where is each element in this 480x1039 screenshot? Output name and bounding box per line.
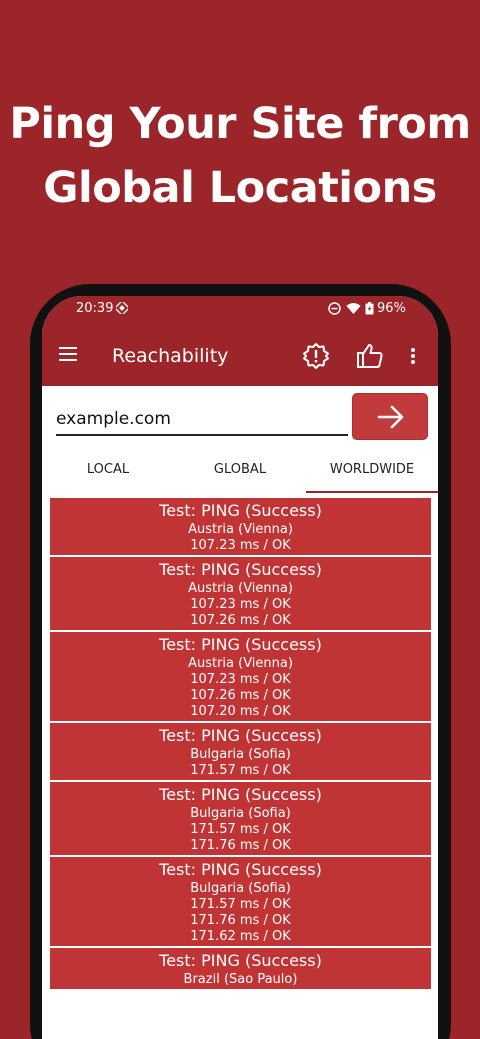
result-location: Austria (Vienna) (188, 581, 293, 596)
result-ping: 171.57 ms / OK (190, 822, 291, 837)
result-ping: 107.26 ms / OK (190, 613, 291, 628)
results-list: Test: PING (Success) Austria (Vienna) 107.… (50, 498, 431, 991)
phone-screen: 20:39 96% Reachability example.com LOCAL… (42, 296, 438, 1039)
result-location: Austria (Vienna) (188, 656, 293, 671)
result-ping: 107.23 ms / OK (190, 597, 291, 612)
tab-worldwide[interactable]: WORLDWIDE (306, 451, 438, 493)
wifi-icon (346, 302, 361, 319)
tab-local[interactable]: LOCAL (42, 451, 174, 493)
alert-badge-icon[interactable] (302, 342, 330, 370)
result-location: Austria (Vienna) (188, 522, 293, 537)
toolbar: Reachability (42, 326, 438, 384)
result-title: Test: PING (Success) (159, 951, 322, 970)
result-ping: 171.76 ms / OK (190, 913, 291, 928)
result-title: Test: PING (Success) (159, 560, 322, 579)
result-ping: 107.23 ms / OK (190, 672, 291, 687)
result-ping: 171.76 ms / OK (190, 838, 291, 853)
result-ping: 171.57 ms / OK (190, 763, 291, 778)
result-card[interactable]: Test: PING (Success) Bulgaria (Sofia) 171.… (50, 857, 431, 948)
promo-headline: Ping Your Site from Global Locations (0, 92, 480, 220)
result-ping: 171.62 ms / OK (190, 929, 291, 944)
status-time: 20:39 (76, 301, 114, 316)
result-title: Test: PING (Success) (159, 860, 322, 879)
app-bar: 20:39 96% Reachability (42, 296, 438, 386)
result-ping: 107.20 ms / OK (190, 704, 291, 719)
result-title: Test: PING (Success) (159, 785, 322, 804)
result-location: Bulgaria (Sofia) (190, 881, 291, 896)
arrow-right-icon (377, 405, 404, 429)
result-title: Test: PING (Success) (159, 635, 322, 654)
url-row (42, 386, 438, 448)
result-ping: 107.23 ms / OK (190, 538, 291, 553)
result-card[interactable]: Test: PING (Success) Austria (Vienna) 107.… (50, 557, 431, 632)
headline-line-2: Global Locations (43, 163, 437, 213)
thumbs-up-icon[interactable] (356, 342, 384, 370)
menu-icon[interactable] (58, 346, 80, 364)
go-button[interactable] (352, 393, 428, 440)
result-card[interactable]: Test: PING (Success) Austria (Vienna) 107.… (50, 632, 431, 723)
result-card[interactable]: Test: PING (Success) Brazil (Sao Paulo) (50, 948, 431, 991)
battery-percent: 96% (377, 301, 406, 316)
result-card[interactable]: Test: PING (Success) Bulgaria (Sofia) 171.… (50, 782, 431, 857)
result-location: Brazil (Sao Paulo) (183, 972, 298, 987)
result-title: Test: PING (Success) (159, 501, 322, 520)
sim-icon (114, 300, 130, 318)
battery-icon (365, 302, 374, 319)
headline-line-1: Ping Your Site from (9, 99, 471, 149)
url-input[interactable] (56, 406, 348, 436)
result-card[interactable]: Test: PING (Success) Austria (Vienna) 107.… (50, 498, 431, 557)
app-title: Reachability (112, 345, 229, 367)
tab-global[interactable]: GLOBAL (174, 451, 306, 493)
result-location: Bulgaria (Sofia) (190, 747, 291, 762)
status-bar: 20:39 96% (42, 296, 438, 322)
result-card[interactable]: Test: PING (Success) Bulgaria (Sofia) 171.… (50, 723, 431, 782)
dnd-icon (328, 302, 341, 319)
result-ping: 171.57 ms / OK (190, 897, 291, 912)
more-vert-icon[interactable] (410, 347, 418, 367)
tab-bar: LOCAL GLOBAL WORLDWIDE (42, 451, 438, 493)
result-ping: 107.26 ms / OK (190, 688, 291, 703)
result-location: Bulgaria (Sofia) (190, 806, 291, 821)
result-title: Test: PING (Success) (159, 726, 322, 745)
